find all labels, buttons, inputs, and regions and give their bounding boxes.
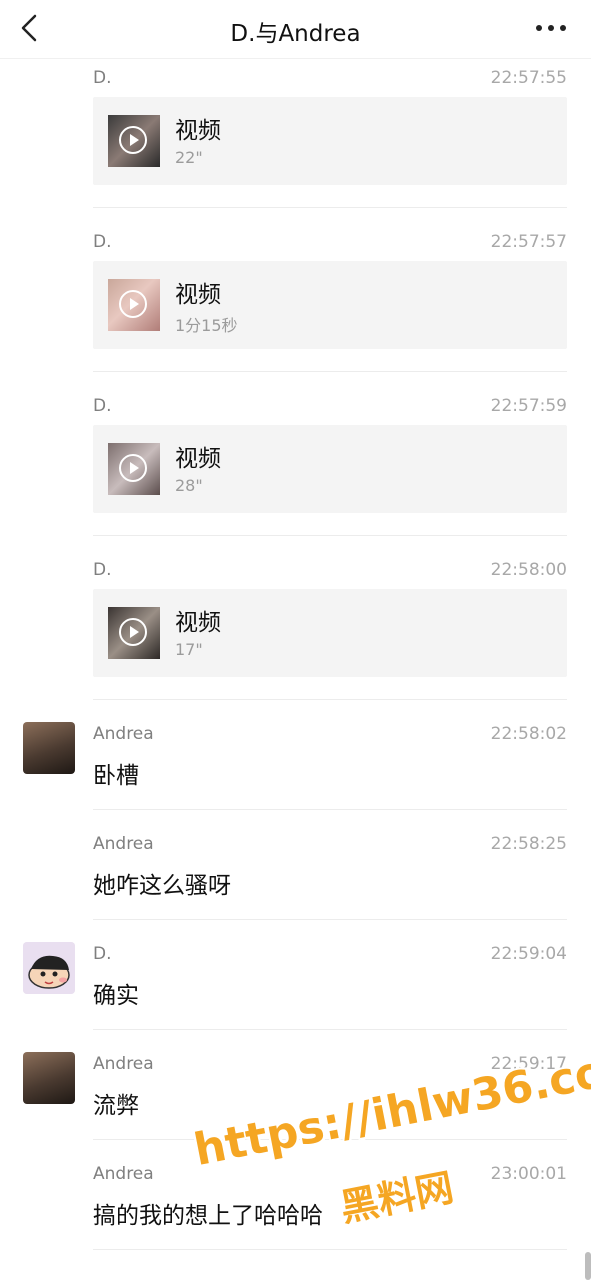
video-label: 视频 [175, 610, 221, 636]
list-item: Andrea 22:58:25 她咋这么骚呀 [0, 828, 591, 920]
sender-name: Andrea [93, 724, 154, 744]
message-time: 22:57:57 [490, 232, 567, 252]
divider [93, 919, 567, 920]
message-time: 22:58:25 [490, 834, 567, 854]
list-item: Andrea 23:00:01 搞的我的想上了哈哈哈 [0, 1158, 591, 1250]
message-text: 她咋这么骚呀 [93, 873, 231, 899]
video-thumbnail [108, 279, 160, 331]
more-button[interactable] [533, 14, 569, 42]
avatar[interactable] [23, 722, 75, 774]
message-time: 22:59:17 [490, 1054, 567, 1074]
sender-name: Andrea [93, 834, 154, 854]
video-duration: 28" [175, 476, 203, 495]
message-text: 流弊 [93, 1093, 139, 1119]
sender-name: Andrea [93, 1164, 154, 1184]
divider [93, 1139, 567, 1140]
message-time: 23:00:01 [490, 1164, 567, 1184]
video-thumbnail [108, 443, 160, 495]
sender-name: D. [93, 68, 112, 88]
top-bar: D.与Andrea [0, 0, 591, 59]
play-icon [119, 126, 147, 154]
more-dots-icon [536, 25, 566, 31]
message-time: 22:57:55 [490, 68, 567, 88]
video-label: 视频 [175, 118, 221, 144]
video-duration: 22" [175, 148, 203, 167]
list-item: D. 22:58:00 视频 17" [0, 554, 591, 700]
message-time: 22:58:02 [490, 724, 567, 744]
message-time: 22:57:59 [490, 396, 567, 416]
list-item: D. 22:59:04 确实 [0, 938, 591, 1030]
sender-name: D. [93, 944, 112, 964]
avatar[interactable] [23, 1052, 75, 1104]
video-card[interactable]: 视频 1分15秒 [93, 261, 567, 349]
video-duration: 1分15秒 [175, 316, 238, 335]
list-item: D. 22:57:57 视频 1分15秒 [0, 226, 591, 372]
sender-name: Andrea [93, 1054, 154, 1074]
divider [93, 1249, 567, 1250]
play-icon [119, 290, 147, 318]
message-time: 22:59:04 [490, 944, 567, 964]
list-item: D. 22:57:55 视频 22" [0, 62, 591, 208]
sender-name: D. [93, 396, 112, 416]
play-icon [119, 618, 147, 646]
divider [93, 809, 567, 810]
video-card[interactable]: 视频 22" [93, 97, 567, 185]
divider [93, 207, 567, 208]
sender-name: D. [93, 232, 112, 252]
avatar[interactable] [23, 942, 75, 994]
list-item: D. 22:57:59 视频 28" [0, 390, 591, 536]
play-icon [119, 454, 147, 482]
list-item: Andrea 22:58:02 卧槽 [0, 718, 591, 810]
message-time: 22:58:00 [490, 560, 567, 580]
divider [93, 699, 567, 700]
divider [93, 1029, 567, 1030]
page-title: D.与Andrea [230, 21, 361, 47]
video-label: 视频 [175, 282, 221, 308]
video-card[interactable]: 视频 17" [93, 589, 567, 677]
video-duration: 17" [175, 640, 203, 659]
list-item: Andrea 22:59:17 流弊 [0, 1048, 591, 1140]
video-card[interactable]: 视频 28" [93, 425, 567, 513]
sender-name: D. [93, 560, 112, 580]
divider [93, 535, 567, 536]
divider [93, 371, 567, 372]
cartoon-avatar-icon [23, 942, 75, 994]
message-text: 搞的我的想上了哈哈哈 [93, 1203, 323, 1229]
video-thumbnail [108, 115, 160, 167]
message-text: 确实 [93, 983, 139, 1009]
video-thumbnail [108, 607, 160, 659]
video-label: 视频 [175, 446, 221, 472]
scrollbar[interactable] [585, 1252, 591, 1280]
message-text: 卧槽 [93, 763, 139, 789]
